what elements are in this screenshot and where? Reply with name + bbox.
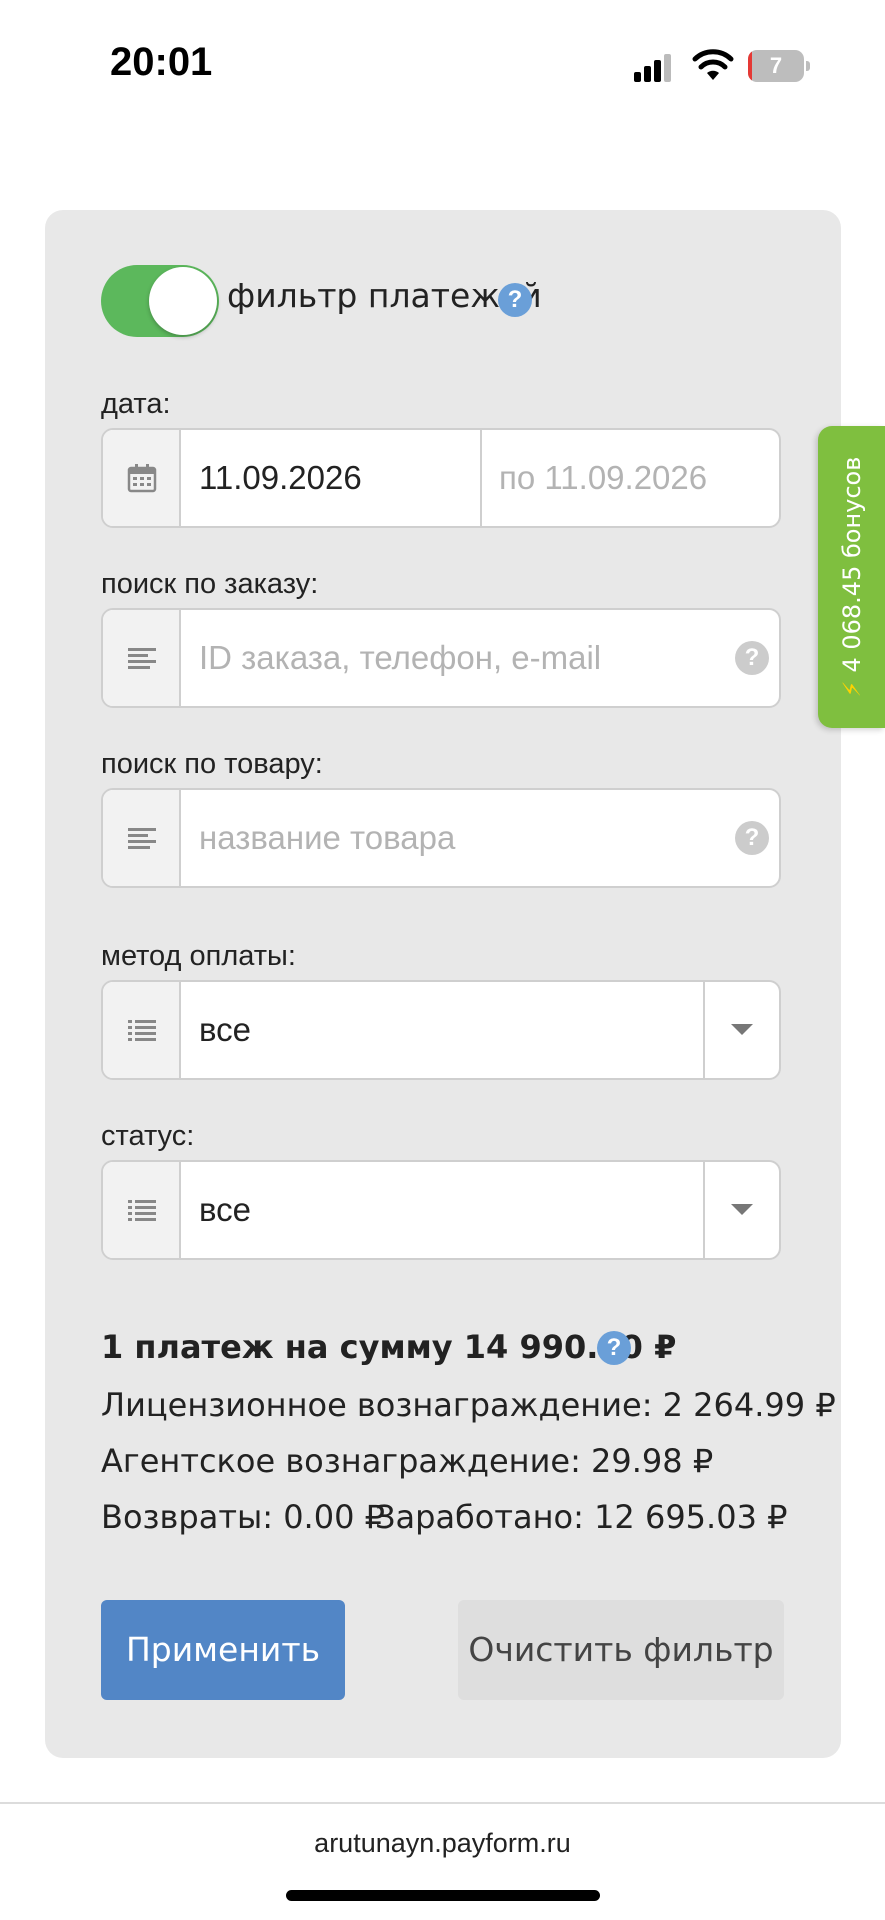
- wifi-icon: [692, 49, 734, 80]
- payment-filter-card: фильтр платежей ? дата: 11.09.2026 по 11…: [45, 210, 841, 1758]
- refunds-text: Возвраты: 0.00 ₽: [101, 1498, 385, 1536]
- order-search-addon: [103, 610, 181, 706]
- date-to-input[interactable]: по 11.09.2026: [499, 430, 707, 526]
- battery-icon: 7: [748, 50, 810, 82]
- order-search-label: поиск по заказу:: [101, 568, 319, 600]
- battery-body: 7: [748, 50, 804, 82]
- filter-help-icon[interactable]: ?: [498, 283, 532, 317]
- order-search-group: ID заказа, телефон, e-mail ?: [101, 608, 781, 708]
- date-range-group: 11.09.2026 по 11.09.2026: [101, 428, 781, 528]
- text-lines-icon: [128, 648, 156, 669]
- list-icon: [128, 1020, 156, 1041]
- payment-method-value: все: [199, 1011, 252, 1048]
- toggle-knob[interactable]: [149, 267, 217, 335]
- date-addon: [103, 430, 181, 526]
- signal-icon: [634, 54, 671, 82]
- payments-summary-headline: 1 платеж на сумму 14 990.00 ₽: [101, 1328, 677, 1366]
- date-label: дата:: [101, 388, 171, 420]
- order-search-input[interactable]: ID заказа, телефон, e-mail: [199, 610, 601, 706]
- product-search-label: поиск по товару:: [101, 748, 323, 780]
- payment-method-addon: [103, 982, 181, 1078]
- bottom-separator: [0, 1802, 885, 1804]
- payment-method-select[interactable]: все: [101, 980, 781, 1080]
- status-time: 20:01: [110, 40, 213, 84]
- status-addon: [103, 1162, 181, 1258]
- product-search-input[interactable]: название товара: [199, 790, 455, 886]
- home-indicator: [286, 1890, 600, 1901]
- bonus-tab[interactable]: ⚡ 4 068.45 бонусов: [818, 426, 885, 728]
- chevron-down-icon[interactable]: [703, 1162, 779, 1258]
- calendar-icon: [127, 464, 157, 493]
- product-search-group: название товара ?: [101, 788, 781, 888]
- date-divider: [480, 430, 482, 526]
- summary-help-icon[interactable]: ?: [597, 1331, 631, 1365]
- bonus-amount-text: 4 068.45 бонусов: [837, 456, 866, 673]
- apply-button[interactable]: Применить: [101, 1600, 345, 1700]
- product-search-help-icon[interactable]: ?: [735, 821, 769, 855]
- product-search-addon: [103, 790, 181, 886]
- chevron-down-icon[interactable]: [703, 982, 779, 1078]
- payment-method-label: метод оплаты:: [101, 940, 296, 972]
- status-label: статус:: [101, 1120, 195, 1152]
- filter-toggle-label: фильтр платежей: [227, 276, 542, 315]
- battery-tip: [806, 61, 810, 71]
- status-select[interactable]: все: [101, 1160, 781, 1260]
- list-icon: [128, 1200, 156, 1221]
- earned-text: Заработано: 12 695.03 ₽: [375, 1498, 788, 1536]
- clear-filter-button[interactable]: Очистить фильтр: [458, 1600, 784, 1700]
- status-value: все: [199, 1191, 252, 1228]
- agent-fee-text: Агентское вознаграждение: 29.98 ₽: [101, 1442, 714, 1480]
- text-lines-icon: [128, 828, 156, 849]
- lightning-icon: ⚡: [837, 680, 866, 698]
- bonus-tab-content: ⚡ 4 068.45 бонусов: [838, 457, 866, 698]
- date-from-input[interactable]: 11.09.2026: [199, 430, 362, 526]
- battery-level-text: 7: [769, 53, 783, 78]
- order-search-help-icon[interactable]: ?: [735, 641, 769, 675]
- filter-toggle[interactable]: [101, 265, 219, 337]
- address-bar-url[interactable]: arutunayn.payform.ru: [0, 1828, 885, 1859]
- status-bar: 20:01 7: [0, 0, 885, 130]
- license-fee-text: Лицензионное вознаграждение: 2 264.99 ₽: [101, 1386, 836, 1424]
